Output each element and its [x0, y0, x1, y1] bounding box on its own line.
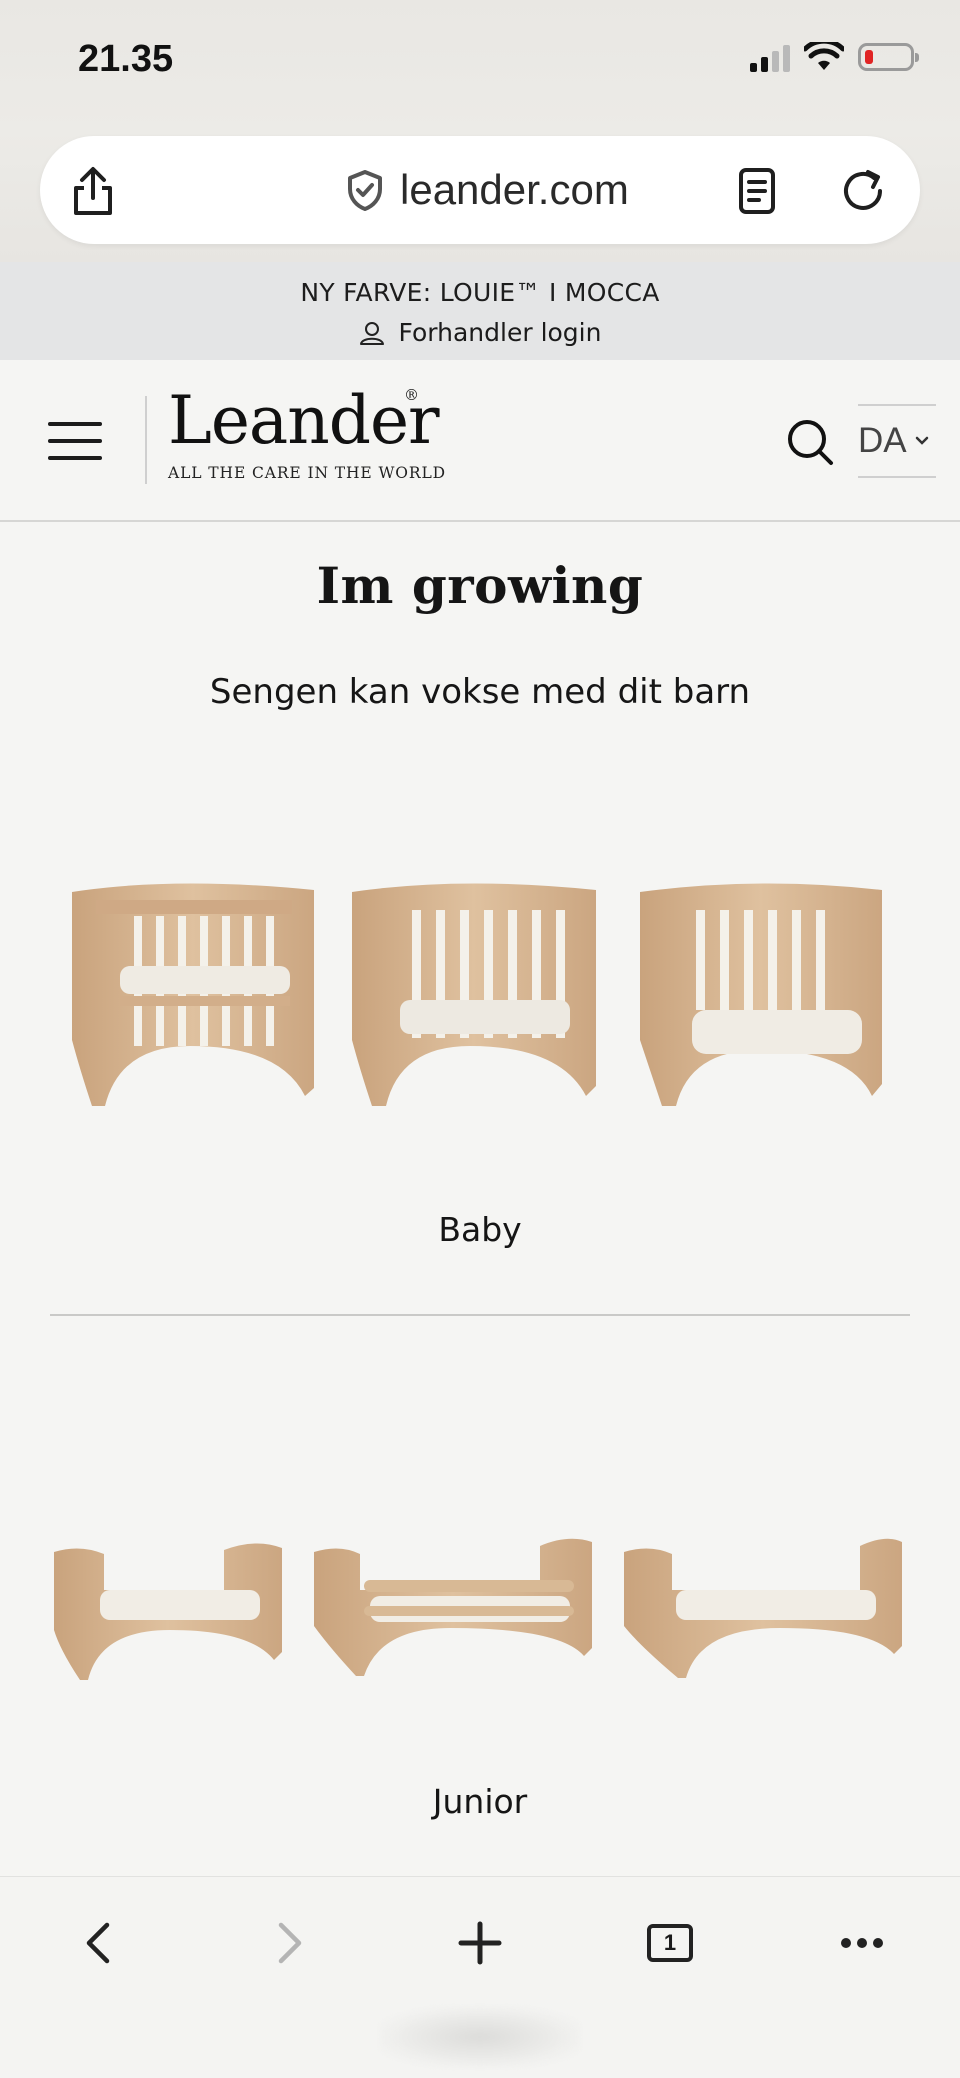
chevron-left-icon: [86, 1922, 110, 1964]
page-title: Im growing: [316, 556, 644, 615]
reload-icon[interactable]: [838, 166, 888, 216]
brand-logo[interactable]: Leander ® ALL THE CARE IN THE WORLD: [168, 386, 447, 482]
dealer-login-label: Forhandler login: [398, 318, 602, 347]
stage-label-junior: Junior: [432, 1782, 528, 1821]
user-icon: [359, 321, 384, 345]
chevron-right-icon: [278, 1922, 302, 1964]
crib-image-baby-2: [352, 883, 596, 1106]
bed-image-junior-3: [624, 1538, 902, 1678]
more-dots-icon: [841, 1938, 883, 1948]
page-subtitle: Sengen kan vokse med dit barn: [209, 672, 751, 712]
crib-image-baby-1: [72, 883, 314, 1106]
registered-mark: ®: [404, 386, 419, 404]
plus-icon: [458, 1921, 502, 1965]
site-header: Leander ® ALL THE CARE IN THE WORLD DA: [0, 360, 960, 522]
cellular-signal-icon: [750, 42, 790, 72]
baby-stage-images: [0, 870, 960, 1130]
status-time: 21.35: [78, 38, 174, 80]
section-divider: [50, 1314, 910, 1316]
wifi-icon: [804, 42, 844, 70]
stage-label-baby: Baby: [438, 1210, 522, 1249]
language-selector[interactable]: DA: [858, 404, 936, 478]
browser-toolbar: 1: [0, 1876, 960, 2078]
more-button[interactable]: [830, 1911, 894, 1975]
forward-button[interactable]: [258, 1911, 322, 1975]
chevron-down-icon: [915, 436, 928, 445]
browser-top-chrome: 21.35 leander.com: [0, 0, 960, 262]
share-icon[interactable]: [68, 166, 118, 216]
announcement-headline[interactable]: NY FARVE: LOUIE™ I MOCCA: [0, 278, 960, 307]
shield-check-icon: [348, 170, 382, 211]
search-icon[interactable]: [786, 418, 836, 468]
dealer-login-link[interactable]: Forhandler login: [0, 318, 960, 347]
reader-icon[interactable]: [732, 166, 782, 216]
url-bar[interactable]: leander.com: [40, 136, 920, 244]
logo-divider: [145, 396, 147, 484]
announcement-bar: NY FARVE: LOUIE™ I MOCCA Forhandler logi…: [0, 262, 960, 360]
tab-count: 1: [647, 1924, 693, 1962]
menu-icon[interactable]: [48, 422, 104, 460]
back-button[interactable]: [66, 1911, 130, 1975]
url-display[interactable]: leander.com: [346, 162, 629, 218]
new-tab-button[interactable]: [448, 1911, 512, 1975]
battery-icon: [858, 43, 919, 71]
status-icons: [750, 42, 919, 72]
junior-stage-images: [0, 1530, 960, 1690]
brand-tagline: ALL THE CARE IN THE WORLD: [168, 464, 447, 482]
language-code: DA: [858, 421, 907, 460]
bed-image-junior-2: [314, 1538, 592, 1676]
crib-image-baby-3: [640, 883, 882, 1106]
bed-image-junior-1: [54, 1543, 282, 1680]
tabs-button[interactable]: 1: [638, 1911, 702, 1975]
blurred-background-content: [380, 2007, 580, 2067]
url-text: leander.com: [400, 166, 629, 213]
